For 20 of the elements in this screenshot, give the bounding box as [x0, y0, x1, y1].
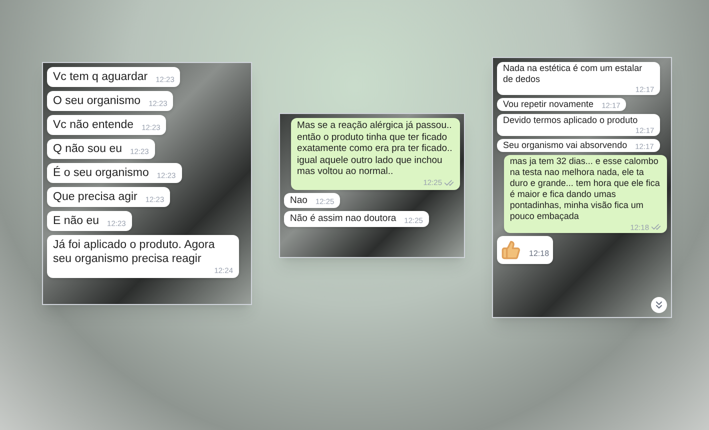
thumbs-up-icon	[501, 240, 521, 260]
message-text: Nao	[290, 194, 308, 206]
message-text: mas ja tem 32 dias... e esse calombo na testa nao melhora nada, ele ta duro e grande... tem hora que ele fica é maior e fica dando umas pontadinhas, minha visão fica um pouco embaçada	[510, 156, 661, 222]
message-text: Não é assim nao doutora	[290, 213, 396, 224]
message-text: Já foi aplicado o produto. Agora seu organismo precisa reagir	[53, 238, 216, 266]
message-text: É o seu organismo	[53, 166, 149, 180]
message-text: Vou repetir novamente	[503, 99, 594, 110]
message-text: Nada na estética é com um estalar de dedos	[503, 63, 644, 85]
message-text: Que precisa agir	[53, 190, 138, 204]
message-text: Devido termos aplicado o produto	[503, 115, 638, 126]
message-time: 12:18	[529, 248, 550, 260]
message-text: Seu organismo vai absorvendo	[503, 140, 628, 151]
message-text: Mas se a reação alérgica já passou.. então o produto tinha que ter ficado exatamente como era pra ter ficado.. igual aquele outro lado que inchou mas voltou ao normal..	[297, 120, 454, 178]
double-chevron-down-icon	[653, 299, 665, 311]
message-text: Vc tem q aguardar	[53, 70, 148, 84]
message-text: O seu organismo	[53, 94, 141, 108]
message-text: Q não sou eu	[53, 142, 122, 156]
message-text: Vc não entende	[53, 118, 134, 132]
message-text: E não eu	[53, 214, 100, 228]
scroll-down-button[interactable]	[651, 297, 667, 313]
